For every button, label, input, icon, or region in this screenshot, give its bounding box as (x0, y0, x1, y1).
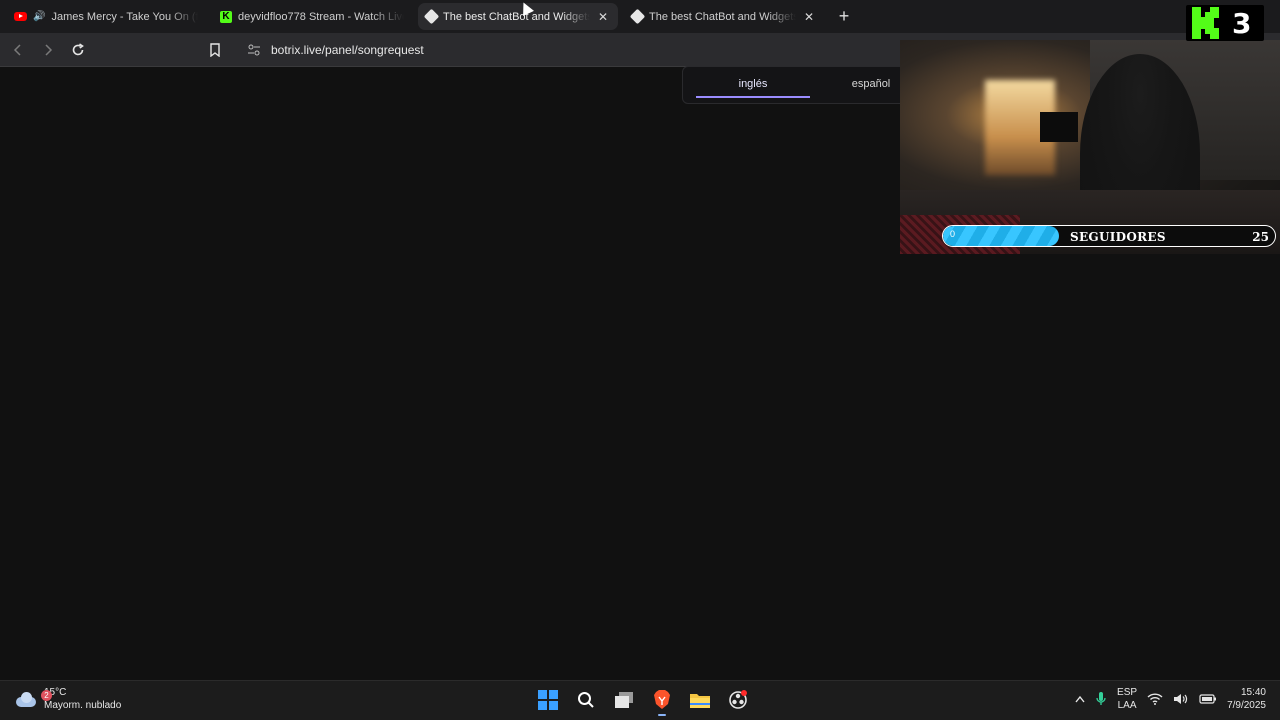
tab-title: The best ChatBot and Widgets fo (649, 10, 796, 23)
youtube-icon (14, 12, 27, 21)
tab-title: The best ChatBot and Widgets fo (443, 10, 590, 23)
new-tab-button[interactable]: + (834, 6, 854, 27)
search-button[interactable] (574, 687, 598, 713)
tab-title: deyvidfloo778 Stream - Watch Live o (238, 10, 404, 23)
clock-date: 7/9/2025 (1227, 700, 1266, 711)
input-language-indicator[interactable]: ESP LAA (1117, 686, 1137, 712)
tab-title: James Mercy - Take You On (ft. Pl (51, 10, 198, 23)
tab-kick-stream[interactable]: K deyvidfloo778 Stream - Watch Live o (212, 3, 412, 30)
brave-lion-icon (654, 690, 670, 709)
kick-icon: K (220, 10, 232, 23)
botrix-icon (629, 8, 646, 25)
wifi-icon[interactable] (1147, 693, 1163, 705)
microphone-icon[interactable] (1095, 691, 1107, 707)
language-switcher: inglés español (682, 66, 922, 104)
weather-temperature: 15°C (44, 687, 67, 698)
forward-button[interactable] (36, 38, 60, 62)
language-code: ESP (1117, 687, 1138, 698)
follower-goal-label: SEGUIDORES (1070, 230, 1166, 244)
follower-goal-fill (943, 226, 1060, 246)
bookmark-button[interactable] (207, 42, 223, 58)
follower-goal-min: 0 (950, 229, 956, 239)
tab-english[interactable]: inglés (696, 68, 810, 98)
weather-widget[interactable]: 2 15°C Mayorm. nublado (14, 686, 121, 712)
chevron-right-icon (45, 43, 53, 56)
task-view-button[interactable] (612, 687, 636, 713)
taskbar-apps (536, 687, 750, 716)
battery-icon[interactable] (1199, 693, 1217, 705)
browser-tab-bar: 🔊 James Mercy - Take You On (ft. Pl K de… (0, 0, 1280, 33)
back-button[interactable] (6, 38, 30, 62)
close-tab-icon[interactable]: ✕ (802, 10, 816, 24)
cloud-icon (14, 691, 38, 707)
weather-condition: Mayorm. nublado (44, 700, 122, 711)
folder-icon (690, 694, 710, 708)
close-tab-icon[interactable]: ✕ (596, 10, 610, 24)
chevron-left-icon (13, 43, 21, 56)
tab-youtube[interactable]: 🔊 James Mercy - Take You On (ft. Pl (6, 3, 206, 30)
file-explorer-button[interactable] (688, 687, 712, 713)
search-icon (578, 692, 594, 708)
reload-button[interactable] (66, 38, 90, 62)
keyboard-layout: LAA (1117, 700, 1137, 711)
kick-logo-icon (1192, 7, 1219, 39)
weather-badge: 2 (41, 690, 52, 701)
follower-goal-bar: 0 SEGUIDORES 25 (942, 225, 1276, 247)
kick-counter: 3 (1232, 6, 1252, 40)
windows-icon (538, 690, 558, 710)
kick-logo-overlay: 3 (1186, 5, 1264, 41)
windows-taskbar: 2 15°C Mayorm. nublado ESP LAA 15:40 7/9… (0, 680, 1280, 720)
url-text: botrix.live/panel/songrequest (271, 42, 424, 57)
reload-icon (72, 42, 84, 55)
site-settings-icon[interactable] (247, 44, 261, 56)
system-tray: ESP LAA 15:40 7/9/2025 (1075, 686, 1266, 712)
tab-botrix[interactable]: The best ChatBot and Widgets fo ✕ (624, 3, 824, 30)
address-bar[interactable]: botrix.live/panel/songrequest (237, 37, 917, 63)
brave-browser-button[interactable] (650, 687, 674, 716)
speaker-icon[interactable]: 🔊 (33, 11, 45, 22)
webcam-monitor (1040, 112, 1078, 142)
obs-record-icon (729, 690, 747, 709)
volume-icon[interactable] (1173, 693, 1189, 705)
follower-goal-target: 25 (1252, 230, 1269, 244)
chevron-up-icon[interactable] (1075, 695, 1085, 703)
clock-time: 15:40 (1240, 687, 1266, 698)
bookmark-icon (210, 42, 220, 57)
start-button[interactable] (536, 687, 560, 713)
botrix-icon (423, 8, 440, 25)
clock[interactable]: 15:40 7/9/2025 (1227, 686, 1266, 712)
task-view-icon (615, 692, 633, 708)
obs-app-button[interactable] (726, 687, 750, 713)
webcam-overlay (900, 40, 1280, 254)
